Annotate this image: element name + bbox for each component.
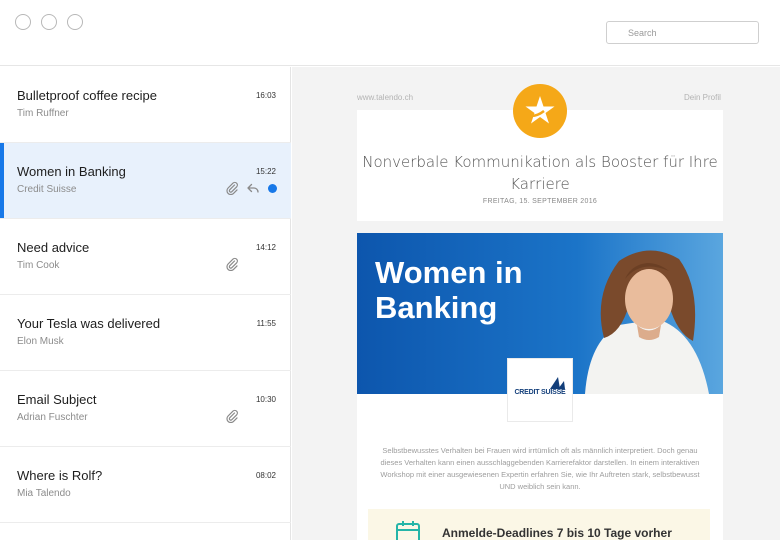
talendo-star-logo [513, 84, 567, 138]
email-preview-pane: www.talendo.ch Dein Profil Nonverbale Ko… [292, 67, 780, 540]
message-subject: Where is Rolf? [17, 468, 103, 483]
email-date: FREITAG, 15. SEPTEMBER 2016 [482, 198, 598, 205]
email-body-text: Selbstbewusstes Verhalten bei Frauen wir… [380, 446, 700, 491]
message-subject: Need advice [17, 240, 90, 255]
site-link[interactable]: www.talendo.ch [357, 93, 413, 102]
message-sender: Mia Talendo [17, 488, 71, 499]
message-time: 10:30 [255, 395, 276, 404]
window-maximize-button[interactable] [67, 14, 83, 30]
email-headline: Nonverbale Kommunikation als Booster für… [362, 153, 718, 193]
deadline-text: Anmelde-Deadlines 7 bis 10 Tage vorher [442, 526, 672, 540]
message-item[interactable]: Your Tesla was delivered Elon Musk 11:55 [0, 295, 291, 371]
title-bar: Search [0, 0, 780, 66]
credit-suisse-wordmark: CREDIT SUISSE [514, 389, 566, 396]
window-close-button[interactable] [15, 14, 31, 30]
message-time: 15:22 [255, 167, 276, 176]
selection-indicator [0, 143, 4, 218]
star-icon [525, 96, 555, 124]
message-item-selected[interactable]: Women in Banking Credit Suisse 15:22 [0, 143, 291, 219]
message-subject: Bulletproof coffee recipe [17, 88, 157, 103]
message-item[interactable]: Where is Rolf? Mia Talendo 08:02 [0, 447, 291, 523]
message-item[interactable]: Need advice Tim Cook 14:12 [0, 219, 291, 295]
message-time: 16:03 [255, 91, 276, 100]
message-sender: Tim Cook [17, 260, 60, 271]
window-minimize-button[interactable] [41, 14, 57, 30]
message-list: Bulletproof coffee recipe Tim Ruffner 16… [0, 67, 291, 540]
message-item[interactable]: Email Subject Adrian Fuschter 10:30 [0, 371, 291, 447]
message-subject: Women in Banking [17, 164, 126, 179]
search-input[interactable]: Search [606, 21, 759, 44]
message-time: 08:02 [255, 471, 276, 480]
message-sender: Elon Musk [17, 336, 64, 347]
reply-icon [247, 183, 259, 193]
message-item[interactable]: Bulletproof coffee recipe Tim Ruffner 16… [0, 67, 291, 143]
calendar-icon [396, 521, 420, 540]
paperclip-icon [226, 181, 238, 195]
message-sender: Tim Ruffner [17, 108, 69, 119]
message-subject: Email Subject [17, 392, 97, 407]
credit-suisse-logo: CREDIT SUISSE [507, 358, 573, 422]
profile-link[interactable]: Dein Profil [684, 93, 721, 102]
message-time: 14:12 [255, 243, 276, 252]
message-time: 11:55 [256, 319, 276, 328]
message-sender: Adrian Fuschter [17, 412, 88, 423]
banner-title: Women in Banking [375, 255, 523, 325]
paperclip-icon [226, 257, 238, 271]
deadline-box: Anmelde-Deadlines 7 bis 10 Tage vorher [368, 509, 710, 540]
unread-dot [268, 184, 277, 193]
paperclip-icon [226, 409, 238, 423]
search-placeholder: Search [628, 28, 657, 38]
message-subject: Your Tesla was delivered [17, 316, 161, 331]
message-sender: Credit Suisse [17, 184, 77, 195]
